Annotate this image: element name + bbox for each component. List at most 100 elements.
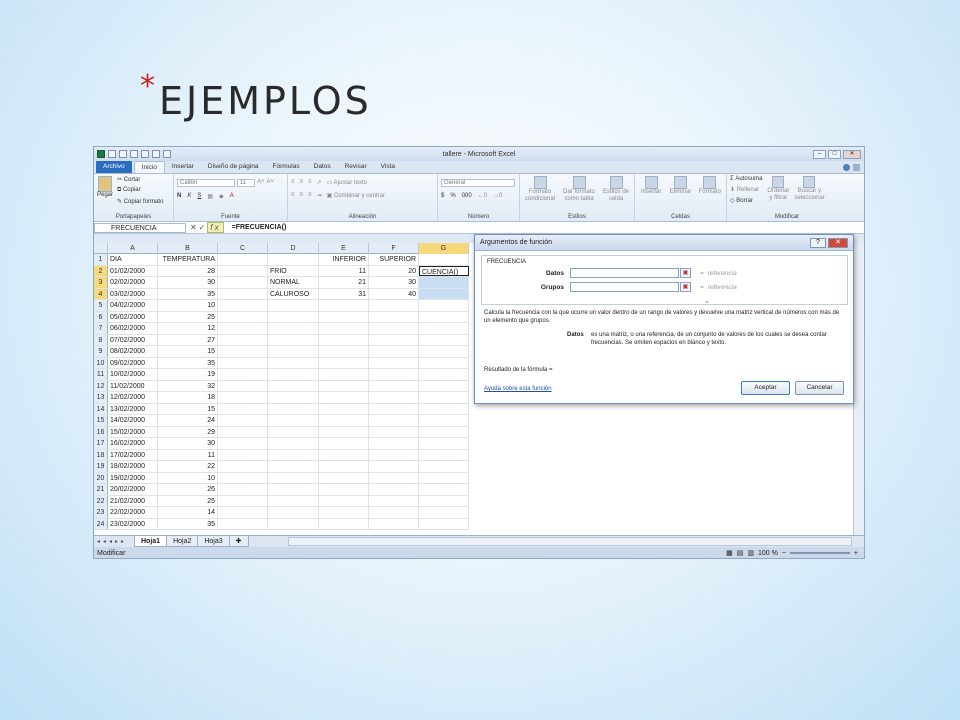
cell-c[interactable]: [218, 403, 268, 414]
cell-a[interactable]: DIA: [108, 254, 158, 265]
cell-d[interactable]: [268, 449, 319, 460]
underline-button[interactable]: S: [197, 193, 201, 200]
cell-f[interactable]: [369, 380, 419, 391]
paste-button[interactable]: Pegar: [97, 176, 113, 205]
cell-e[interactable]: [319, 507, 369, 518]
cell-c[interactable]: [218, 380, 268, 391]
cell-g[interactable]: [419, 346, 469, 357]
cell-e[interactable]: [319, 392, 369, 403]
cell-a[interactable]: 19/02/2000: [108, 472, 158, 483]
bold-button[interactable]: N: [177, 193, 181, 200]
cell-a[interactable]: 17/02/2000: [108, 449, 158, 460]
italic-button[interactable]: K: [187, 193, 191, 200]
cell-c[interactable]: [218, 495, 268, 506]
dialog-close-icon[interactable]: ✕: [828, 237, 848, 248]
cell-d[interactable]: [268, 472, 319, 483]
align-right-icon[interactable]: ≡: [308, 192, 312, 199]
row-header[interactable]: 23: [94, 507, 108, 518]
cell-f[interactable]: 20: [369, 265, 419, 276]
cell-g[interactable]: [419, 484, 469, 495]
normal-view-icon[interactable]: ▦: [726, 549, 733, 557]
datos-collapse-icon[interactable]: ▣: [680, 268, 691, 278]
cell-a[interactable]: 08/02/2000: [108, 346, 158, 357]
cell-e[interactable]: [319, 369, 369, 380]
row-header[interactable]: 5: [94, 300, 108, 311]
cell-b[interactable]: 26: [158, 484, 218, 495]
cell-f[interactable]: 30: [369, 277, 419, 288]
cell-b[interactable]: 35: [158, 288, 218, 299]
cell-c[interactable]: [218, 438, 268, 449]
formula-input[interactable]: =FRECUENCIA(): [232, 224, 287, 231]
cell-c[interactable]: [218, 415, 268, 426]
cell-f[interactable]: [369, 415, 419, 426]
cell-b[interactable]: TEMPERATURA: [158, 254, 218, 265]
cell-d[interactable]: [268, 380, 319, 391]
tab-vista[interactable]: Vista: [374, 161, 402, 173]
cell-a[interactable]: 13/02/2000: [108, 403, 158, 414]
align-top-icon[interactable]: ≡: [291, 179, 295, 186]
cell-f[interactable]: [369, 346, 419, 357]
cell-d[interactable]: [268, 426, 319, 437]
tab-inicio[interactable]: Inicio: [133, 161, 165, 173]
fill-color-icon[interactable]: ◆: [219, 193, 224, 200]
cell-c[interactable]: [218, 472, 268, 483]
cell-e[interactable]: [319, 495, 369, 506]
cell-b[interactable]: 15: [158, 403, 218, 414]
cell-c[interactable]: [218, 357, 268, 368]
cell-g[interactable]: [419, 334, 469, 345]
cell-d[interactable]: [268, 369, 319, 380]
cell-a[interactable]: 12/02/2000: [108, 392, 158, 403]
row-header[interactable]: 2: [94, 265, 108, 276]
cell-b[interactable]: 15: [158, 346, 218, 357]
wrap-text-button[interactable]: ▭ Ajustar texto: [327, 179, 367, 186]
cancel-entry-icon[interactable]: ✕: [190, 223, 199, 232]
font-size-select[interactable]: 11: [237, 179, 255, 187]
cell-b[interactable]: 11: [158, 449, 218, 460]
sort-filter-button[interactable]: Ordenar y filtrar: [766, 176, 790, 204]
vertical-scrollbar[interactable]: [853, 243, 864, 535]
cell-a[interactable]: 01/02/2000: [108, 265, 158, 276]
cell-c[interactable]: [218, 426, 268, 437]
cell-g[interactable]: [419, 495, 469, 506]
cell-f[interactable]: [369, 507, 419, 518]
insert-cells-button[interactable]: Insertar: [638, 176, 664, 195]
row-header[interactable]: 1: [94, 254, 108, 265]
cell-d[interactable]: CALUROSO: [268, 288, 319, 299]
row-header[interactable]: 22: [94, 495, 108, 506]
cancel-button[interactable]: Cancelar: [795, 381, 844, 395]
cell-g[interactable]: CUENCIA(): [419, 265, 469, 276]
align-center-icon[interactable]: ≡: [300, 192, 304, 199]
cell-g[interactable]: [419, 311, 469, 322]
cell-e[interactable]: [319, 357, 369, 368]
borders-icon[interactable]: ▦: [207, 193, 213, 200]
cell-a[interactable]: 14/02/2000: [108, 415, 158, 426]
cell-f[interactable]: [369, 403, 419, 414]
col-header-g[interactable]: G: [419, 243, 469, 254]
cell-e[interactable]: [319, 380, 369, 391]
cell-c[interactable]: [218, 334, 268, 345]
cell-f[interactable]: [369, 449, 419, 460]
cell-g[interactable]: [419, 357, 469, 368]
copy-button[interactable]: ⧉ Copiar: [117, 187, 163, 194]
cell-f[interactable]: [369, 461, 419, 472]
cell-b[interactable]: 10: [158, 472, 218, 483]
horizontal-scrollbar[interactable]: [287, 537, 852, 546]
zoom-out-icon[interactable]: −: [782, 550, 786, 557]
cell-a[interactable]: 22/02/2000: [108, 507, 158, 518]
col-header-b[interactable]: B: [158, 243, 218, 254]
format-painter-button[interactable]: ✎ Copiar formato: [117, 198, 163, 205]
cell-d[interactable]: NORMAL: [268, 277, 319, 288]
cell-g[interactable]: [419, 438, 469, 449]
grupos-input[interactable]: [570, 282, 679, 292]
cell-a[interactable]: 06/02/2000: [108, 323, 158, 334]
zoom-slider[interactable]: [789, 552, 850, 554]
cell-g[interactable]: [419, 518, 469, 529]
page-break-icon[interactable]: ▥: [747, 549, 754, 557]
cell-b[interactable]: 30: [158, 438, 218, 449]
cell-f[interactable]: [369, 334, 419, 345]
maximize-icon[interactable]: □: [828, 149, 841, 159]
cell-d[interactable]: [268, 403, 319, 414]
tab-diseno-pagina[interactable]: Diseño de página: [201, 161, 266, 173]
row-header[interactable]: 17: [94, 438, 108, 449]
col-header-f[interactable]: F: [369, 243, 419, 254]
